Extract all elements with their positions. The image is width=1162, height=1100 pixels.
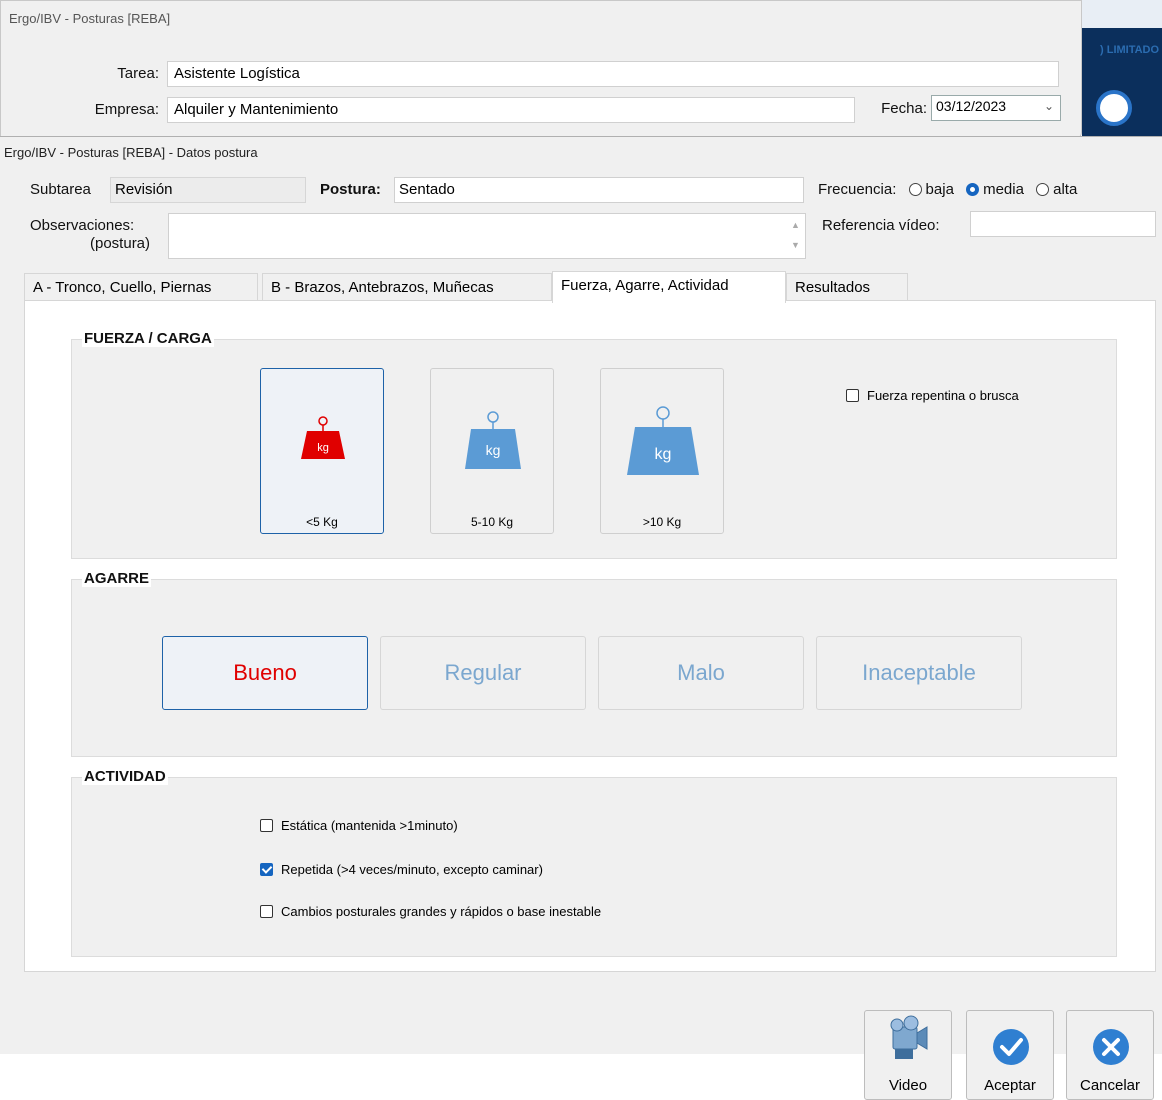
agarre-group: AGARRE Bueno Regular Malo Inaceptable: [71, 570, 1117, 757]
frecuencia-baja-label: baja: [925, 181, 954, 198]
fuerza-repentina-row[interactable]: Fuerza repentina o brusca: [846, 388, 1019, 403]
weight-medium-blue-icon: kg: [465, 411, 521, 469]
close-icon: [1093, 1029, 1129, 1065]
video-button[interactable]: Video: [864, 1010, 952, 1100]
fuerza-menos-5kg-label: <5 Kg: [306, 515, 338, 529]
frecuencia-group: Frecuencia: baja media alta: [818, 181, 1077, 198]
frecuencia-media-radio[interactable]: [966, 183, 980, 196]
chevron-down-icon[interactable]: ⌄: [1044, 99, 1054, 113]
observaciones-label: Observaciones:: [30, 217, 135, 234]
tab-panel-fuerza-agarre-actividad: FUERZA / CARGA kg <5 Kg kg 5-10 Kg kg >1…: [24, 300, 1156, 972]
parent-header-strip: ) LIMITADO A: [1082, 0, 1162, 140]
logo-icon: [1096, 90, 1132, 126]
frecuencia-label: Frecuencia:: [818, 181, 897, 198]
actividad-repetida-label: Repetida (>4 veces/minuto, excepto camin…: [281, 862, 543, 877]
dialog-title: Ergo/IBV - Posturas [REBA] - Datos postu…: [4, 145, 258, 160]
fuerza-carga-title: FUERZA / CARGA: [82, 330, 214, 347]
video-camera-icon: [890, 1015, 928, 1059]
frecuencia-baja-radio[interactable]: [908, 183, 922, 196]
tab-brazos-antebrazos-munecas[interactable]: B - Brazos, Antebrazos, Muñecas: [262, 273, 552, 301]
video-button-label: Video: [888, 1077, 928, 1094]
postura-label: Postura:: [320, 181, 381, 198]
actividad-repetida-row[interactable]: Repetida (>4 veces/minuto, excepto camin…: [260, 862, 543, 877]
actividad-cambios-checkbox[interactable]: [260, 905, 273, 918]
fuerza-repentina-label: Fuerza repentina o brusca: [867, 388, 1019, 403]
agarre-inaceptable-button[interactable]: Inaceptable: [816, 636, 1022, 710]
referencia-label: Referencia vídeo:: [822, 217, 940, 234]
actividad-estatica-label: Estática (mantenida >1minuto): [281, 818, 458, 833]
fecha-picker[interactable]: 03/12/2023 ⌄: [931, 95, 1061, 121]
fuerza-5-10kg-label: 5-10 Kg: [470, 515, 514, 529]
empresa-label: Empresa:: [94, 101, 159, 118]
fuerza-menos-5kg-button[interactable]: kg <5 Kg: [260, 368, 384, 534]
scroll-down-icon[interactable]: ▼: [791, 240, 800, 250]
tab-tronco-cuello-piernas[interactable]: A - Tronco, Cuello, Piernas: [24, 273, 258, 301]
fuerza-5-10kg-button[interactable]: kg 5-10 Kg: [430, 368, 554, 534]
weight-large-blue-icon: kg: [627, 406, 699, 475]
weight-small-red-icon: kg: [301, 416, 345, 459]
observaciones-scrollbar[interactable]: ▲ ▼: [787, 214, 805, 258]
cancelar-button-label: Cancelar: [1079, 1077, 1141, 1094]
weight-medium-text: kg: [486, 442, 501, 458]
actividad-title: ACTIVIDAD: [82, 768, 168, 785]
actividad-cambios-label: Cambios posturales grandes y rápidos o b…: [281, 904, 602, 919]
fuerza-repentina-checkbox[interactable]: [846, 389, 859, 402]
aceptar-button[interactable]: Aceptar: [966, 1010, 1054, 1100]
frecuencia-media-label: media: [983, 181, 1024, 198]
tab-fuerza-agarre-actividad[interactable]: Fuerza, Agarre, Actividad: [552, 271, 786, 303]
actividad-repetida-checkbox[interactable]: [260, 863, 273, 876]
postura-field[interactable]: Sentado: [394, 177, 804, 203]
actividad-cambios-row[interactable]: Cambios posturales grandes y rápidos o b…: [260, 904, 601, 919]
agarre-bueno-button[interactable]: Bueno: [162, 636, 368, 710]
agarre-regular-button[interactable]: Regular: [380, 636, 586, 710]
header-strip-text: ) LIMITADO A: [1100, 44, 1162, 56]
empresa-field[interactable]: Alquiler y Mantenimiento: [167, 97, 855, 123]
actividad-group: ACTIVIDAD Estática (mantenida >1minuto) …: [71, 768, 1117, 957]
weight-small-text: kg: [317, 442, 329, 454]
fuerza-mas-10kg-label: >10 Kg: [642, 515, 682, 529]
fecha-label: Fecha:: [881, 100, 927, 117]
actividad-estatica-row[interactable]: Estática (mantenida >1minuto): [260, 818, 458, 833]
tab-resultados[interactable]: Resultados: [786, 273, 908, 301]
weight-large-text: kg: [655, 446, 672, 463]
frecuencia-alta-label: alta: [1053, 181, 1078, 198]
parent-window: Ergo/IBV - Posturas [REBA] Tarea: Asiste…: [0, 0, 1082, 140]
agarre-malo-button[interactable]: Malo: [598, 636, 804, 710]
scroll-up-icon[interactable]: ▲: [791, 220, 800, 230]
tarea-label: Tarea:: [117, 65, 159, 82]
fuerza-mas-10kg-button[interactable]: kg >10 Kg: [600, 368, 724, 534]
fecha-value: 03/12/2023: [936, 98, 1007, 114]
subtarea-label: Subtarea: [30, 181, 91, 198]
observaciones-textarea[interactable]: ▲ ▼: [168, 213, 806, 259]
frecuencia-alta-radio[interactable]: [1036, 183, 1050, 196]
referencia-video-field[interactable]: [970, 211, 1156, 237]
fuerza-carga-group: FUERZA / CARGA kg <5 Kg kg 5-10 Kg kg >1…: [71, 330, 1117, 559]
parent-window-title: Ergo/IBV - Posturas [REBA]: [9, 11, 171, 26]
subtarea-field: Revisión: [110, 177, 306, 203]
observaciones-sublabel: (postura): [90, 235, 151, 252]
cancelar-button[interactable]: Cancelar: [1066, 1010, 1154, 1100]
aceptar-button-label: Aceptar: [984, 1077, 1036, 1094]
tarea-field[interactable]: Asistente Logística: [167, 61, 1059, 87]
actividad-estatica-checkbox[interactable]: [260, 819, 273, 832]
checkmark-icon: [993, 1029, 1029, 1065]
agarre-title: AGARRE: [82, 570, 152, 587]
